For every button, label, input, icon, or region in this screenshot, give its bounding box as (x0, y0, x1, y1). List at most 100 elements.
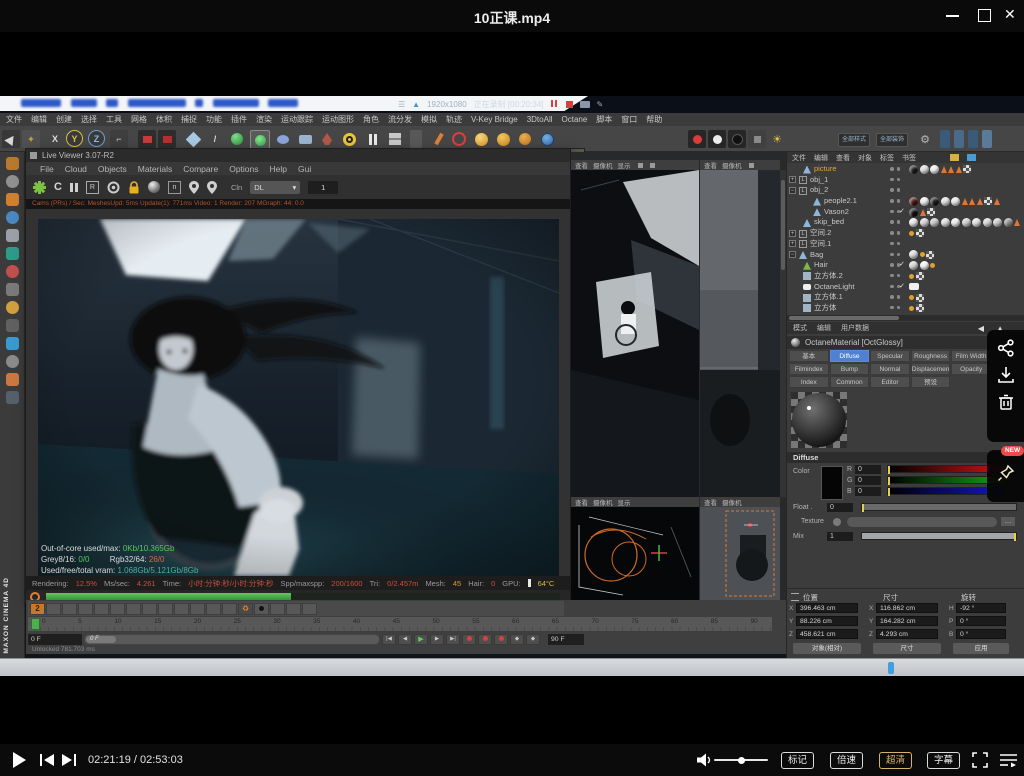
visibility-dots[interactable] (890, 306, 900, 310)
menu-item[interactable]: Octane (562, 115, 588, 124)
object-tree-scrollbar[interactable] (787, 315, 1024, 321)
dock-tool-icon[interactable] (6, 301, 19, 314)
timeline-tool-icon[interactable] (126, 603, 141, 615)
mograph-icon-active[interactable] (250, 130, 270, 150)
minimize-icon[interactable] (946, 15, 959, 17)
back-icon[interactable]: ◀ (978, 324, 984, 333)
object-name[interactable]: 空间.1 (810, 239, 831, 250)
dock-tool-icon[interactable] (6, 283, 19, 296)
start-render-icon[interactable] (33, 181, 46, 194)
mix-value[interactable]: 1 (827, 532, 853, 541)
pos-y-field[interactable]: 88.226 cm (796, 616, 858, 626)
object-name[interactable]: Hair (814, 260, 828, 271)
vp-menu-view[interactable]: 查看 (575, 160, 588, 170)
viewport-model[interactable] (700, 507, 780, 600)
panel-chip-icon[interactable] (968, 130, 978, 148)
menu-item[interactable]: 3DtoAll (527, 115, 553, 124)
object-name[interactable]: 立方体 (814, 303, 837, 314)
volume-icon[interactable] (697, 753, 712, 767)
timeline-tool-icon[interactable] (142, 603, 157, 615)
gear-icon[interactable]: ⚙ (916, 130, 934, 148)
lv-menu-options[interactable]: Options (229, 164, 258, 174)
tab-userdata[interactable]: 用户数据 (841, 323, 869, 333)
lv-menu-help[interactable]: Help (270, 164, 287, 174)
timeline-tool-icon[interactable] (206, 603, 221, 615)
menu-item[interactable]: 功能 (206, 114, 222, 125)
play-icon[interactable]: ▶ (414, 634, 428, 645)
expand-icon[interactable]: + (789, 230, 796, 237)
menu-item[interactable]: 捕捉 (181, 114, 197, 125)
object-name[interactable]: skip_bed (814, 217, 844, 228)
panel-chip-icon[interactable] (940, 130, 950, 148)
om-menu-item[interactable]: 书签 (902, 153, 916, 163)
menu-item[interactable]: 编辑 (31, 114, 47, 125)
y-axis-icon[interactable]: Y (66, 130, 83, 147)
range-handle[interactable]: 0 F (86, 636, 116, 643)
vp-menu-display[interactable]: 显示 (618, 160, 631, 170)
rot-p-field[interactable]: 0 ° (956, 616, 1006, 626)
timeline-tool-icon[interactable] (270, 603, 285, 615)
vp-button-icon[interactable] (650, 163, 655, 168)
menu-item[interactable]: 网格 (131, 114, 147, 125)
mat-tab-preset[interactable]: 预设 (911, 376, 951, 388)
samples-stepper[interactable]: 1 (308, 181, 338, 194)
timeline-tool-icon[interactable] (110, 603, 125, 615)
light-orb-icon[interactable] (494, 130, 512, 148)
quality-button[interactable]: 超清 (879, 752, 912, 769)
vp-menu-view[interactable]: 查看 (575, 497, 588, 507)
maximize-icon[interactable] (978, 9, 991, 22)
menu-item[interactable]: 帮助 (646, 114, 662, 125)
light-orb-icon[interactable] (472, 130, 490, 148)
om-menu-item[interactable]: 编辑 (814, 153, 828, 163)
object-row[interactable]: people2.1 (787, 196, 1024, 207)
video-content[interactable]: ☰ ▲ 1920x1080 正在录制 [00:20:34] ✎ 文件 编辑 创建… (0, 96, 1024, 676)
vp-menu-camera[interactable]: 摄像机 (593, 497, 613, 507)
dock-tool-icon[interactable] (6, 247, 19, 260)
layout-tab[interactable]: 全部装饰 (876, 133, 908, 147)
live-viewer-titlebar[interactable]: Live Viewer 3.07-R2 (26, 149, 570, 162)
object-name[interactable]: picture (814, 164, 837, 175)
object-name[interactable]: 立方体.2 (814, 271, 843, 282)
object-row[interactable]: OctaneLight ✓ (787, 282, 1024, 293)
vp-menu-display[interactable]: 显示 (618, 497, 631, 507)
rot-b-field[interactable]: 0 ° (956, 629, 1006, 639)
dock-tool-icon[interactable] (6, 355, 19, 368)
next-key-icon[interactable]: ▶ (430, 634, 444, 645)
timeline-tool-icon[interactable] (174, 603, 189, 615)
object-row[interactable]: Vason2 ✓ (787, 207, 1024, 218)
vp-menu-camera[interactable]: 摄像机 (722, 497, 742, 507)
object-row[interactable]: 立方体.1 (787, 292, 1024, 303)
object-name[interactable]: OctaneLight (814, 282, 854, 293)
mat-tab-filmwidth[interactable]: Film Width (951, 350, 991, 362)
region-render-icon[interactable]: R (86, 181, 99, 194)
object-row[interactable]: − L obj_2 (787, 185, 1024, 196)
dock-tool-icon[interactable] (6, 157, 19, 170)
coord-mode-dropdown[interactable]: 对象(相对) (793, 643, 861, 654)
rot-h-field[interactable]: -92 ° (956, 603, 1006, 613)
octane-render-icon[interactable] (688, 130, 706, 148)
object-row[interactable]: 立方体 (787, 303, 1024, 314)
object-picker-icon[interactable] (207, 181, 217, 194)
fullscreen-icon[interactable] (972, 752, 988, 768)
float-slider[interactable] (861, 503, 1017, 511)
play-icon[interactable] (12, 752, 26, 768)
mat-tab-displacement[interactable]: Displacement (911, 363, 951, 375)
coordinate-system-icon[interactable]: ⌐ (110, 130, 128, 148)
texture-node-icon[interactable] (833, 518, 841, 526)
dock-tool-icon[interactable] (6, 391, 19, 404)
menu-item[interactable]: 插件 (231, 114, 247, 125)
object-row[interactable]: + L 空间.2 (787, 228, 1024, 239)
panel-chip-icon[interactable] (982, 130, 992, 148)
dock-tool-icon[interactable] (6, 373, 19, 386)
mat-tab-diffuse[interactable]: Diffuse (830, 350, 870, 362)
mat-tab-opacity[interactable]: Opacity (951, 363, 991, 375)
mat-tab-roughness[interactable]: Roughness (911, 350, 951, 362)
z-axis-icon[interactable]: Z (88, 130, 105, 147)
object-row[interactable]: picture (787, 164, 1024, 175)
panel-chip-icon[interactable] (954, 130, 964, 148)
object-name[interactable]: 空间.2 (810, 228, 831, 239)
size-x-field[interactable]: 116.862 cm (876, 603, 938, 613)
timeline-tool-icon[interactable] (254, 603, 269, 615)
pen-tool-icon[interactable]: / (206, 130, 224, 148)
keyframe-icon[interactable]: ◆ (526, 634, 540, 645)
